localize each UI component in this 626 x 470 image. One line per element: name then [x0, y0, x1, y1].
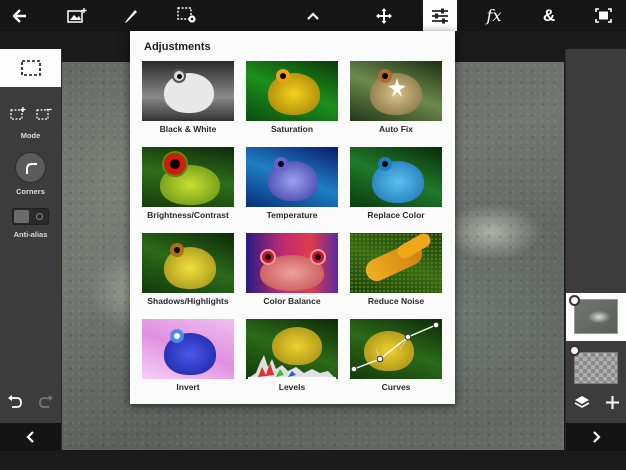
tool-options-panel: Mode Corners Anti-alias — [0, 49, 62, 451]
add-image-icon[interactable] — [60, 0, 94, 31]
adjustment-temperature[interactable]: Temperature — [246, 147, 338, 222]
preview-thumbnail — [350, 233, 442, 293]
corners-label: Corners — [16, 187, 45, 196]
adjustment-label: Replace Color — [367, 210, 425, 220]
layer-thumbnail-transparent — [574, 352, 618, 384]
adjustment-invert[interactable]: Invert — [142, 319, 234, 394]
fx-icon[interactable]: fx — [477, 0, 511, 31]
rect-select-tool-button[interactable] — [0, 49, 61, 87]
toggle-knob — [14, 210, 29, 223]
adjustment-replace-color[interactable]: Replace Color — [350, 147, 442, 222]
layer-visibility-icon[interactable] — [569, 345, 580, 356]
adjustment-levels[interactable]: Levels — [246, 319, 338, 394]
top-toolbar: fx & — [0, 0, 626, 31]
adjustment-shadows-highlights[interactable]: Shadows/Highlights — [142, 233, 234, 308]
preview-thumbnail — [142, 147, 234, 207]
chevron-up-icon[interactable] — [296, 0, 330, 31]
mode-label: Mode — [20, 131, 41, 140]
preview-thumbnail — [350, 319, 442, 379]
adjustment-label: Reduce Noise — [367, 296, 425, 306]
adjustments-icon[interactable] — [423, 0, 457, 31]
adjustment-label: Shadows/Highlights — [147, 296, 229, 306]
fit-screen-icon[interactable] — [586, 0, 620, 31]
redo-icon[interactable] — [38, 395, 54, 414]
subtract-selection-icon[interactable] — [35, 107, 52, 125]
preview-thumbnail — [246, 147, 338, 207]
mode-buttons — [0, 107, 61, 125]
adjustment-brightness-contrast[interactable]: Brightness/Contrast — [142, 147, 234, 222]
adjustment-saturation[interactable]: Saturation — [246, 61, 338, 136]
collapse-right-panel-button[interactable] — [566, 423, 626, 451]
move-icon[interactable] — [367, 0, 401, 31]
adjustment-label: Auto Fix — [379, 124, 413, 134]
layer-item-photo[interactable] — [566, 293, 626, 341]
preview-thumbnail — [350, 61, 442, 121]
preview-thumbnail — [142, 233, 234, 293]
add-selection-icon[interactable] — [9, 107, 26, 125]
antialias-label: Anti-alias — [13, 230, 48, 239]
adjustment-label: Color Balance — [263, 296, 321, 306]
selection-settings-icon[interactable] — [170, 0, 204, 31]
histogram-icon — [248, 355, 336, 379]
adjustment-label: Black & White — [159, 124, 217, 134]
preview-thumbnail — [142, 61, 234, 121]
layer-thumbnail — [574, 299, 618, 334]
adjustment-black-white[interactable]: Black & White — [142, 61, 234, 136]
layer-visibility-icon[interactable] — [569, 295, 580, 306]
chevron-right-icon — [593, 431, 601, 443]
toggle-off-indicator — [36, 213, 43, 220]
adjustment-label: Temperature — [266, 210, 318, 220]
preview-thumbnail — [142, 319, 234, 379]
magic-wand-icon — [388, 78, 406, 97]
preview-thumbnail — [246, 61, 338, 121]
collapse-left-panel-button[interactable] — [0, 423, 61, 451]
adjustment-color-balance[interactable]: Color Balance — [246, 233, 338, 308]
adjustment-auto-fix[interactable]: Auto Fix — [350, 61, 442, 136]
undo-icon[interactable] — [7, 395, 23, 414]
preview-thumbnail — [350, 147, 442, 207]
adjustment-label: Levels — [278, 382, 306, 392]
adjustment-label: Invert — [176, 382, 200, 392]
layers-panel — [565, 49, 626, 451]
layers-icon[interactable] — [574, 395, 590, 415]
popup-title: Adjustments — [144, 41, 211, 53]
corners-button[interactable] — [15, 152, 46, 183]
adjustment-label: Brightness/Contrast — [147, 210, 229, 220]
adjustment-curves[interactable]: Curves — [350, 319, 442, 394]
adjustment-label: Curves — [381, 382, 411, 392]
antialias-toggle[interactable] — [12, 208, 49, 225]
add-layer-icon[interactable] — [606, 396, 619, 414]
adjustments-popup: Adjustments Black & White Saturation Aut… — [130, 31, 455, 404]
ampersand-icon[interactable]: & — [532, 0, 566, 31]
curve-graph-icon — [350, 321, 440, 373]
adjustment-label: Saturation — [270, 124, 314, 134]
brush-icon[interactable] — [114, 0, 148, 31]
adjustment-reduce-noise[interactable]: Reduce Noise — [350, 233, 442, 308]
preview-thumbnail — [246, 233, 338, 293]
history-buttons — [0, 395, 61, 414]
back-arrow-icon[interactable] — [3, 0, 37, 31]
preview-thumbnail — [246, 319, 338, 379]
layer-tools — [566, 395, 626, 415]
chevron-left-icon — [26, 431, 34, 443]
